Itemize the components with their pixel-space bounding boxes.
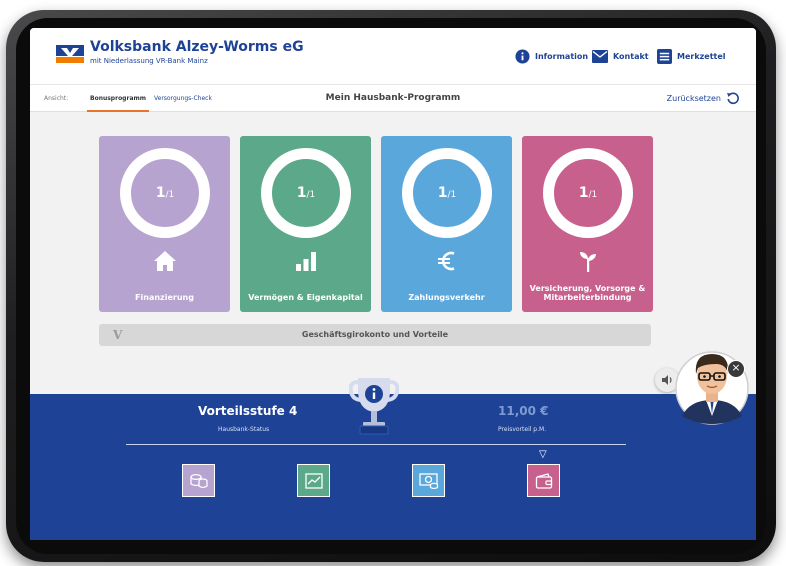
card-label: Versicherung, Vorsorge & Mitarbeiterbind… — [529, 284, 646, 302]
banknote-icon — [418, 472, 438, 489]
contact-label: Kontakt — [613, 51, 649, 61]
progress-value: 1/1 — [578, 185, 598, 201]
tile-financing[interactable] — [182, 464, 215, 497]
list-icon — [656, 48, 672, 64]
page-title: Mein Hausbank-Programm — [325, 93, 461, 103]
pointer-triangle-icon: ▽ — [539, 449, 547, 460]
progress-ring: 1/1 — [120, 148, 210, 238]
bar-chart-icon — [240, 248, 371, 274]
house-icon — [99, 248, 230, 274]
progress-value: 1/1 — [437, 185, 457, 201]
card-payments[interactable]: 1/1 Zahlungsverkehr — [381, 136, 512, 312]
card-financing[interactable]: 1/1 Finanzierung — [99, 136, 230, 312]
close-avatar-button[interactable]: × — [727, 360, 745, 378]
chart-icon — [304, 472, 323, 489]
trophy-icon[interactable] — [349, 374, 399, 438]
progress-value: 1/1 — [296, 185, 316, 201]
app-header: Volksbank Alzey-Worms eG mit Niederlassu… — [30, 28, 756, 84]
brand-subtitle: mit Niederlassung VR-Bank Mainz — [90, 57, 208, 65]
tile-payments[interactable] — [412, 464, 445, 497]
mail-icon — [592, 48, 608, 64]
reset-button[interactable]: Zurücksetzen — [667, 91, 740, 105]
bank-logo[interactable] — [56, 45, 84, 63]
app-screen: Volksbank Alzey-Worms eG mit Niederlassu… — [30, 28, 756, 540]
level-title: Vorteilsstufe 4 — [198, 404, 298, 418]
information-label: Information — [535, 51, 589, 61]
card-assets[interactable]: 1/1 Vermögen & Eigenkapital — [240, 136, 371, 312]
reset-label: Zurücksetzen — [666, 93, 721, 103]
price-subtitle: Preisvorteil p.M. — [498, 426, 547, 433]
wallet-icon — [535, 472, 552, 489]
progress-ring: 1/1 — [402, 148, 492, 238]
information-link[interactable]: Information — [514, 48, 588, 64]
benefit-panel: Vorteilsstufe 4 Hausbank-Status 11,00 € … — [30, 378, 756, 540]
coins-icon — [189, 473, 208, 488]
plant-icon — [522, 248, 653, 274]
stage: Volksbank Alzey-Worms eG mit Niederlassu… — [0, 0, 786, 566]
info-icon — [514, 48, 530, 64]
price-value: 11,00 € — [498, 404, 549, 418]
notepad-link[interactable]: Merkzettel — [656, 48, 726, 64]
euro-icon — [381, 248, 512, 274]
progress-ring: 1/1 — [543, 148, 633, 238]
level-subtitle: Hausbank-Status — [218, 426, 270, 433]
card-label: Finanzierung — [135, 293, 194, 302]
tile-insurance[interactable] — [527, 464, 560, 497]
bar-label: Geschäftsgirokonto und Vorteile — [301, 330, 449, 339]
sub-navigation: Ansicht: Bonusprogramm Versorgungs-Check… — [30, 84, 756, 112]
card-label: Vermögen & Eigenkapital — [248, 293, 363, 302]
reset-icon — [727, 92, 739, 105]
divider — [126, 444, 626, 445]
business-account-bar[interactable]: V Geschäftsgirokonto und Vorteile — [99, 324, 651, 346]
card-insurance[interactable]: 1/1 Versicherung, Vorsorge & Mitarbeiter… — [522, 136, 653, 312]
brand-name: Volksbank Alzey-Worms eG — [90, 39, 304, 55]
assistant-avatar[interactable] — [672, 338, 752, 426]
card-label: Zahlungsverkehr — [408, 293, 485, 302]
tile-assets[interactable] — [297, 464, 330, 497]
notepad-label: Merkzettel — [677, 51, 726, 61]
contact-link[interactable]: Kontakt — [592, 48, 649, 64]
progress-ring: 1/1 — [261, 148, 351, 238]
progress-value: 1/1 — [155, 185, 175, 201]
